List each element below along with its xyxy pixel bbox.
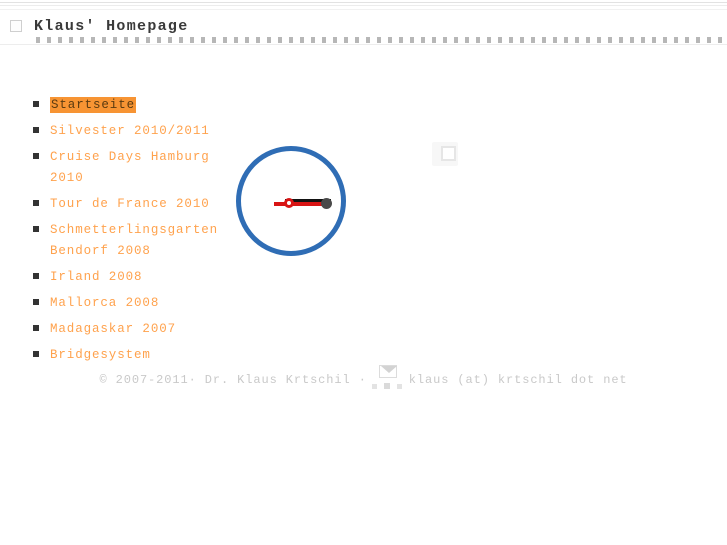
bullet-square-icon: [33, 101, 39, 107]
sidebar-item-label[interactable]: Tour de France 2010: [50, 197, 210, 211]
sidebar-item-label[interactable]: Madagaskar 2007: [50, 322, 176, 336]
loading-circle-icon: [236, 146, 346, 256]
sidebar-item-madagaskar[interactable]: Madagaskar 2007: [33, 318, 233, 339]
envelope-icon-dot: [383, 383, 390, 389]
top-rule-2: [0, 5, 727, 6]
dot-pattern: [36, 37, 727, 43]
page-title: Klaus' Homepage: [34, 17, 189, 35]
sidebar-item-bridgesystem[interactable]: Bridgesystem: [33, 344, 233, 365]
broken-image-icon: [8, 18, 24, 34]
top-rule-1: [0, 2, 727, 3]
copyright-text: © 2007-2011· Dr. Klaus Krtschil ·: [99, 373, 367, 387]
envelope-icon-dot: [371, 384, 377, 389]
envelope-icon-body: [378, 365, 397, 378]
email-text[interactable]: klaus (at) krtschil dot net: [409, 373, 628, 387]
sidebar-item-label[interactable]: Irland 2008: [50, 270, 142, 284]
sidebar-item-silvester[interactable]: Silvester 2010/2011: [33, 120, 233, 141]
loading-hub-dark: [321, 198, 332, 209]
top-rule-3: [0, 9, 727, 10]
broken-image-icon-box: [10, 20, 22, 32]
bullet-square-icon: [33, 273, 39, 279]
bullet-square-icon: [33, 299, 39, 305]
sidebar-item-startseite[interactable]: Startseite: [33, 94, 233, 115]
bullet-square-icon: [33, 351, 39, 357]
bullet-square-icon: [33, 325, 39, 331]
bullet-square-icon: [33, 127, 39, 133]
sidebar-item-label[interactable]: Schmetterlingsgarten Bendorf 2008: [50, 223, 218, 258]
sidebar-nav: Startseite Silvester 2010/2011 Cruise Da…: [33, 94, 233, 370]
decorative-dot-band: [0, 35, 727, 45]
envelope-icon: [371, 365, 405, 391]
envelope-icon-dot: [396, 384, 402, 389]
bullet-square-icon: [33, 200, 39, 206]
sidebar-item-cruise-days[interactable]: Cruise Days Hamburg 2010: [33, 146, 233, 188]
sidebar-item-label[interactable]: Silvester 2010/2011: [50, 124, 210, 138]
footer-text: © 2007-2011· Dr. Klaus Krtschil · klaus …: [99, 365, 628, 393]
sidebar-item-label[interactable]: Mallorca 2008: [50, 296, 159, 310]
sidebar-item-irland[interactable]: Irland 2008: [33, 266, 233, 287]
page-footer: © 2007-2011· Dr. Klaus Krtschil · klaus …: [0, 365, 727, 395]
bullet-square-icon: [33, 226, 39, 232]
sidebar-item-schmetterlingsgarten[interactable]: Schmetterlingsgarten Bendorf 2008: [33, 219, 233, 261]
bullet-square-icon: [33, 153, 39, 159]
sidebar-item-label[interactable]: Bridgesystem: [50, 348, 151, 362]
top-border-rules: [0, 0, 727, 12]
sidebar-item-mallorca[interactable]: Mallorca 2008: [33, 292, 233, 313]
sidebar-item-tour-de-france[interactable]: Tour de France 2010: [33, 193, 233, 214]
sidebar-item-label[interactable]: Cruise Days Hamburg 2010: [50, 150, 210, 185]
sidebar-item-label[interactable]: Startseite: [50, 97, 137, 113]
broken-image-icon-box: [441, 146, 456, 161]
loading-hub-red: [284, 198, 294, 208]
main-content: Startseite Silvester 2010/2011 Cruise Da…: [0, 45, 727, 545]
broken-image-icon: [432, 142, 462, 168]
